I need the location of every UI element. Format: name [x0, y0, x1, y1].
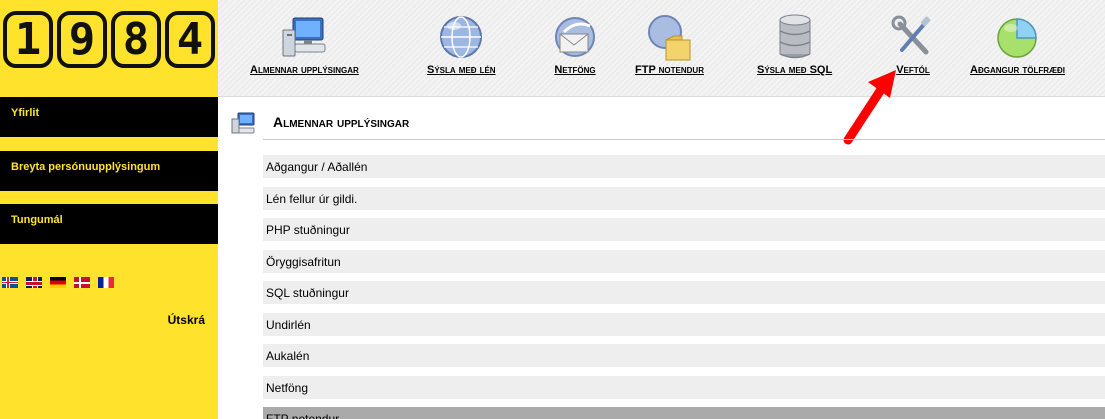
toolbar-email[interactable]: Netföng — [550, 12, 600, 76]
sidebar-item-edit-profile[interactable]: Breyta persónuupplýsingum — [0, 151, 218, 191]
list-item[interactable]: Lén fellur úr gildi. — [263, 186, 1105, 210]
logo-digit: 1 — [3, 11, 53, 68]
list-item[interactable]: Öryggisafritun — [263, 249, 1105, 273]
toolbar-web-tools[interactable]: Veftól — [888, 12, 938, 76]
info-menu-list: Aðgangur / Aðallén Lén fellur úr gildi. … — [263, 155, 1105, 419]
gb-flag-icon[interactable] — [26, 277, 42, 288]
toolbar-ftp-users[interactable]: FTP notendur — [635, 12, 704, 76]
ftp-folder-icon — [648, 15, 691, 61]
logo[interactable]: 1 9 8 4 — [3, 11, 215, 68]
fr-flag-icon[interactable] — [98, 277, 114, 288]
toolbar: Almennar upplýsingar Sýsla með lén Netfö… — [218, 0, 1105, 97]
sidebar-item-overview[interactable]: Yfirlit — [0, 97, 218, 137]
list-item[interactable]: Netföng — [263, 375, 1105, 399]
toolbar-general-info[interactable]: Almennar upplýsingar — [250, 12, 359, 76]
toolbar-label: Aðgangur tölfræði — [970, 64, 1065, 76]
sidebar: 1 9 8 4 Yfirlit Breyta persónuupplýsingu… — [0, 0, 218, 419]
list-item[interactable]: Aðgangur / Aðallén — [263, 155, 1105, 178]
toolbar-sql[interactable]: Sýsla með SQL — [757, 12, 832, 76]
toolbar-label: FTP notendur — [635, 64, 704, 76]
page-title: Almennar upplýsingar — [273, 114, 410, 130]
mail-icon — [555, 17, 595, 57]
toolbar-label: Sýsla með lén — [427, 64, 496, 76]
database-icon — [779, 14, 811, 59]
annotation-arrow — [843, 70, 896, 145]
list-item[interactable]: SQL stuðningur — [263, 281, 1105, 304]
logo-digit: 4 — [165, 11, 215, 68]
toolbar-domains[interactable]: Sýsla með lén — [427, 12, 496, 76]
de-flag-icon[interactable] — [50, 277, 66, 288]
computer-icon — [231, 112, 255, 134]
is-flag-icon[interactable] — [2, 277, 18, 288]
tools-icon — [891, 15, 931, 55]
list-item[interactable]: Undirlén — [263, 312, 1105, 336]
list-item[interactable]: PHP stuðningur — [263, 218, 1105, 241]
toolbar-label: Sýsla með SQL — [757, 64, 833, 76]
divider — [263, 139, 1105, 140]
toolbar-label: Almennar upplýsingar — [250, 64, 359, 76]
logo-digit: 8 — [111, 11, 161, 68]
logo-digit: 9 — [57, 11, 107, 68]
sidebar-item-language[interactable]: Tungumál — [0, 204, 218, 244]
logout-link[interactable]: Útskrá — [168, 313, 205, 327]
toolbar-statistics[interactable]: Aðgangur tölfræði — [970, 12, 1065, 76]
toolbar-label: Veftól — [896, 64, 930, 76]
pie-chart-icon — [996, 18, 1037, 58]
language-flags — [2, 277, 114, 288]
dk-flag-icon[interactable] — [74, 277, 90, 288]
toolbar-label: Netföng — [554, 64, 596, 76]
list-item[interactable]: Aukalén — [263, 344, 1105, 367]
globe-icon — [440, 16, 483, 58]
computer-icon — [282, 17, 326, 57]
list-item[interactable]: FTP notendur — [263, 407, 1105, 419]
